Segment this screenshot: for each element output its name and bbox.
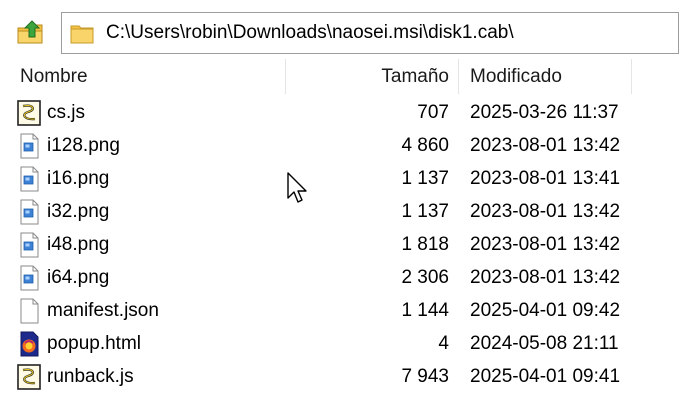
file-name: cs.js (47, 101, 85, 123)
folder-up-button[interactable] (9, 14, 51, 54)
file-row[interactable]: i32.png 1 137 2023-08-01 13:42 (0, 195, 688, 228)
file-row[interactable]: i16.png 1 137 2023-08-01 13:41 (0, 162, 688, 195)
image-file-icon (16, 166, 42, 192)
file-row[interactable]: popup.html 4 2024-05-08 21:11 (0, 327, 688, 360)
file-row[interactable]: i48.png 1 818 2023-08-01 13:42 (0, 228, 688, 261)
file-name: popup.html (47, 332, 142, 354)
script-file-icon (16, 364, 42, 390)
address-path: C:\Users\robin\Downloads\naosei.msi\disk… (106, 22, 514, 43)
file-modified: 2023-08-01 13:42 (470, 134, 621, 156)
file-size: 707 (417, 101, 449, 123)
image-file-icon (16, 199, 42, 225)
image-file-icon (16, 133, 42, 159)
file-name: i32.png (47, 200, 110, 222)
column-separator[interactable] (631, 59, 632, 94)
file-modified: 2025-03-26 11:37 (470, 101, 619, 123)
file-modified: 2023-08-01 13:42 (470, 233, 621, 255)
file-size: 7 943 (401, 365, 449, 387)
column-header-name[interactable]: Nombre (20, 59, 284, 94)
file-size: 1 144 (401, 299, 449, 321)
column-header-size[interactable]: Tamaño (286, 59, 449, 94)
file-name: i16.png (47, 167, 110, 189)
file-name: runback.js (47, 365, 134, 387)
file-list: cs.js 707 2025-03-26 11:37 i128.png 4 860 202… (0, 96, 688, 393)
file-modified: 2023-08-01 13:42 (470, 266, 621, 288)
file-modified: 2024-05-08 21:11 (470, 332, 619, 354)
address-bar[interactable]: C:\Users\robin\Downloads\naosei.msi\disk… (61, 12, 679, 54)
list-header: Nombre Tamaño Modificado (0, 59, 688, 94)
file-name: manifest.json (47, 299, 159, 321)
column-separator[interactable] (458, 59, 459, 94)
file-manager-window: C:\Users\robin\Downloads\naosei.msi\disk… (0, 0, 688, 403)
image-file-icon (16, 232, 42, 258)
file-name: i128.png (47, 134, 120, 156)
file-modified: 2023-08-01 13:42 (470, 200, 621, 222)
script-file-icon (16, 100, 42, 126)
folder-icon (70, 21, 96, 45)
toolbar: C:\Users\robin\Downloads\naosei.msi\disk… (0, 0, 688, 58)
file-modified: 2025-04-01 09:42 (470, 299, 621, 321)
file-size: 4 (438, 332, 449, 354)
file-row[interactable]: manifest.json 1 144 2025-04-01 09:42 (0, 294, 688, 327)
folder-up-icon (15, 17, 45, 52)
file-name: i48.png (47, 233, 110, 255)
file-size: 4 860 (401, 134, 449, 156)
file-row[interactable]: i64.png 2 306 2023-08-01 13:42 (0, 261, 688, 294)
file-name: i64.png (47, 266, 110, 288)
file-size: 2 306 (401, 266, 449, 288)
file-row[interactable]: i128.png 4 860 2023-08-01 13:42 (0, 129, 688, 162)
file-size: 1 818 (401, 233, 449, 255)
file-size: 1 137 (401, 167, 449, 189)
file-modified: 2025-04-01 09:41 (470, 365, 621, 387)
image-file-icon (16, 265, 42, 291)
file-row[interactable]: runback.js 7 943 2025-04-01 09:41 (0, 360, 688, 393)
file-size: 1 137 (401, 200, 449, 222)
html-file-icon (16, 331, 42, 357)
column-header-modified[interactable]: Modificado (470, 59, 630, 94)
file-modified: 2023-08-01 13:41 (470, 167, 621, 189)
file-row[interactable]: cs.js 707 2025-03-26 11:37 (0, 96, 688, 129)
blank-file-icon (16, 298, 42, 324)
